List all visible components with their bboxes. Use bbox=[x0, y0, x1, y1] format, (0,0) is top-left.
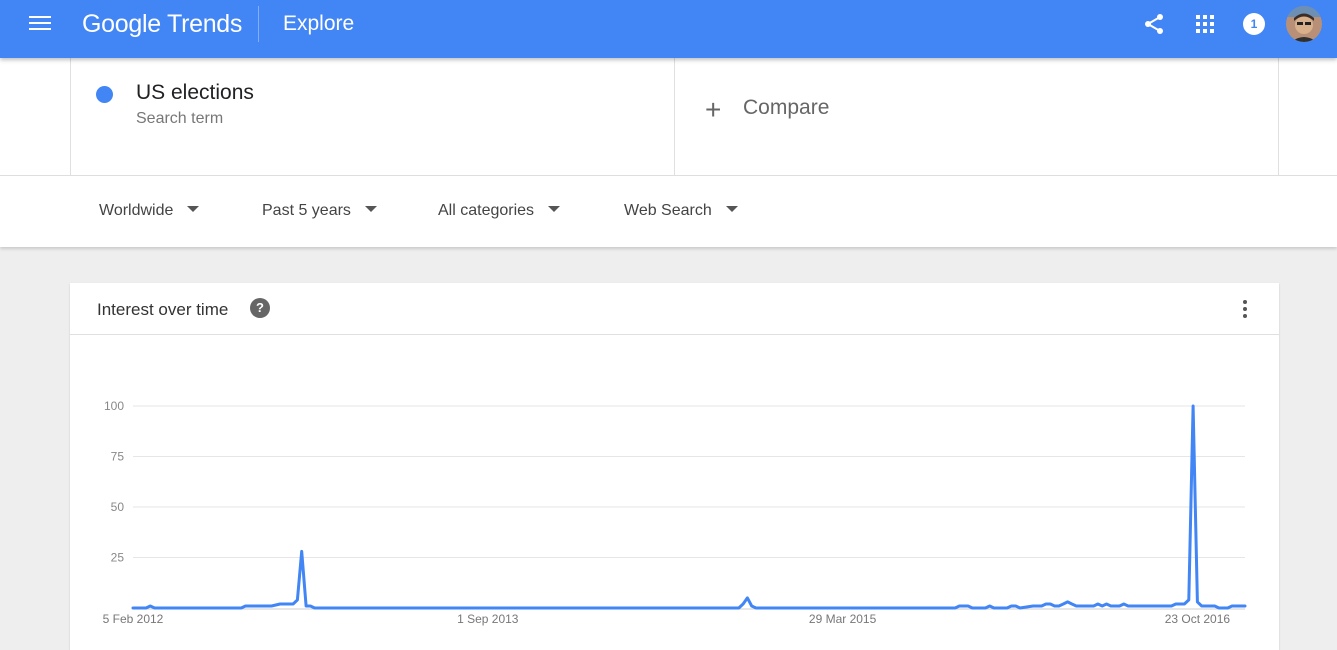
help-icon[interactable]: ? bbox=[250, 298, 270, 318]
y-tick-label: 100 bbox=[104, 399, 124, 413]
dropdown-arrow-icon bbox=[364, 205, 377, 212]
share-icon[interactable] bbox=[1142, 12, 1166, 36]
logo-trends: Trends bbox=[167, 10, 243, 38]
top-app-bar: Google Trends Explore 1 bbox=[0, 0, 1337, 58]
y-tick-label: 75 bbox=[111, 450, 125, 464]
more-options-icon[interactable] bbox=[1237, 299, 1253, 319]
time-range-label: Past 5 years bbox=[262, 202, 351, 219]
search-type-label: Web Search bbox=[624, 202, 712, 219]
google-trends-logo[interactable]: Google Trends bbox=[82, 10, 242, 39]
header-divider bbox=[258, 6, 259, 42]
region-label: Worldwide bbox=[99, 202, 174, 219]
search-term-name[interactable]: US elections bbox=[136, 81, 254, 105]
search-term-type: Search term bbox=[136, 110, 224, 127]
page-section-title: Explore bbox=[283, 12, 355, 35]
filter-bar: Worldwide Past 5 years All categories We… bbox=[0, 176, 1337, 247]
region-dropdown[interactable]: Worldwide bbox=[99, 202, 200, 220]
interest-line-chart: 25 50 75 100 5 Feb 2012 1 Sep 2013 29 Mar 2015… bbox=[103, 399, 1247, 626]
category-label: All categories bbox=[438, 202, 535, 219]
x-tick-label: 5 Feb 2012 bbox=[103, 612, 164, 626]
x-tick-label: 23 Oct 2016 bbox=[1165, 612, 1231, 626]
notification-badge[interactable]: 1 bbox=[1243, 13, 1265, 35]
search-term-card[interactable]: US elections Search term bbox=[70, 58, 675, 176]
dropdown-arrow-icon bbox=[725, 205, 738, 212]
plus-icon: + bbox=[705, 94, 722, 125]
avatar[interactable] bbox=[1286, 6, 1322, 42]
logo-google: Google bbox=[82, 10, 161, 38]
dropdown-arrow-icon bbox=[548, 205, 561, 212]
chart-title: Interest over time bbox=[97, 300, 229, 319]
chart-card-header: Interest over time ? bbox=[70, 283, 1279, 335]
compare-label: Compare bbox=[743, 96, 830, 119]
menu-icon[interactable] bbox=[29, 16, 51, 32]
apps-icon[interactable] bbox=[1193, 12, 1217, 36]
compare-button[interactable]: + Compare bbox=[675, 58, 1279, 176]
search-term-bar: US elections Search term + Compare bbox=[0, 58, 1337, 176]
time-range-dropdown[interactable]: Past 5 years bbox=[262, 202, 377, 220]
x-tick-label: 29 Mar 2015 bbox=[809, 612, 877, 626]
y-tick-label: 25 bbox=[111, 551, 125, 565]
series-color-dot bbox=[96, 86, 113, 103]
category-dropdown[interactable]: All categories bbox=[438, 202, 561, 220]
y-tick-label: 50 bbox=[111, 500, 125, 514]
interest-over-time-card: Interest over time ? 25 50 75 100 5 Feb 2012… bbox=[70, 283, 1279, 650]
x-tick-label: 1 Sep 2013 bbox=[457, 612, 519, 626]
search-type-dropdown[interactable]: Web Search bbox=[624, 202, 738, 220]
dropdown-arrow-icon bbox=[187, 205, 200, 212]
